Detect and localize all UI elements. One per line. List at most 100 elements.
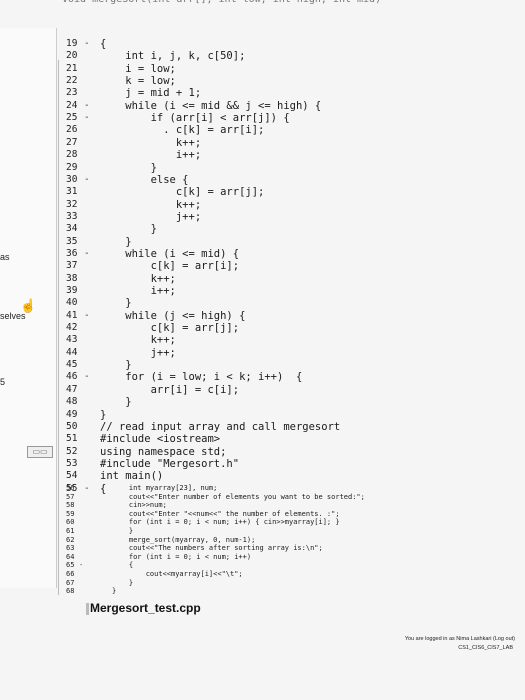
line-number: 32 bbox=[66, 198, 78, 210]
code-text: } bbox=[100, 359, 132, 372]
code-line: 28 i++; bbox=[0, 149, 525, 162]
code-line: 52 using namespace std; bbox=[0, 446, 525, 459]
code-line: 44 j++; bbox=[0, 347, 525, 360]
code-text: merge_sort(myarray, 0, num-1); bbox=[112, 535, 256, 544]
code-text: { bbox=[112, 561, 134, 570]
line-number: 22 bbox=[66, 75, 78, 87]
code-text: k++; bbox=[100, 272, 176, 285]
line-number: 27 bbox=[66, 136, 78, 148]
code-text: cout<<myarray[i]<<"\t"; bbox=[112, 570, 243, 578]
code-line: 20 int i, j, k, c[50]; bbox=[0, 50, 525, 63]
code-line: 40 } bbox=[0, 297, 525, 310]
code-line: 42 c[k] = arr[j]; bbox=[0, 322, 525, 335]
line-number: 49 bbox=[66, 408, 78, 420]
line-number: 65 bbox=[66, 561, 75, 570]
code-line: 48 } bbox=[0, 396, 525, 409]
code-text: c[k] = arr[i]; bbox=[100, 260, 240, 273]
code-text: arr[i] = c[i]; bbox=[100, 383, 240, 396]
code-line: 47 arr[i] = c[i]; bbox=[0, 384, 525, 397]
fold-toggle-icon[interactable]: - bbox=[84, 371, 90, 382]
code-line: 68} bbox=[0, 587, 525, 600]
code-line: 53 #include "Mergesort.h" bbox=[0, 458, 525, 471]
code-text: #include <iostream> bbox=[100, 433, 221, 446]
fold-toggle-icon[interactable]: - bbox=[79, 561, 83, 569]
line-number: 43 bbox=[66, 334, 78, 346]
code-text: } bbox=[100, 408, 107, 421]
line-number: 59 bbox=[66, 509, 75, 518]
code-line: 30- else { bbox=[0, 174, 525, 187]
line-number: 54 bbox=[66, 470, 78, 482]
code-line: 37 c[k] = arr[i]; bbox=[0, 260, 525, 273]
code-text: cout<<"Enter number of elements you want… bbox=[112, 492, 365, 501]
line-number: 37 bbox=[66, 260, 78, 272]
fold-toggle-icon[interactable]: - bbox=[84, 100, 90, 111]
code-text: int i, j, k, c[50]; bbox=[100, 50, 246, 63]
code-line: 19-{ bbox=[0, 38, 525, 51]
code-text: for (int i = 0; i < num; i++) { cin>>mya… bbox=[112, 518, 340, 527]
code-text: else { bbox=[100, 173, 189, 186]
code-text: int myarray[23], num; bbox=[112, 484, 218, 492]
line-number: 64 bbox=[66, 552, 75, 561]
code-line: 49} bbox=[0, 409, 525, 422]
code-line: 23 j = mid + 1; bbox=[0, 87, 525, 100]
fold-toggle-icon[interactable]: - bbox=[84, 38, 90, 49]
line-number: 63 bbox=[66, 544, 75, 553]
code-line: 26 . c[k] = arr[i]; bbox=[0, 124, 525, 137]
code-text: int main() bbox=[100, 470, 164, 483]
code-line: 51 #include <iostream> bbox=[0, 433, 525, 446]
code-line: 33 j++; bbox=[0, 211, 525, 224]
fold-toggle-icon[interactable]: - bbox=[84, 174, 90, 185]
line-number: 44 bbox=[66, 346, 78, 358]
line-number: 29 bbox=[66, 161, 78, 173]
code-text: } bbox=[100, 161, 157, 174]
course-name: CS1_CIS6_CIS7_LAB bbox=[458, 645, 513, 651]
code-line: 35 } bbox=[0, 236, 525, 249]
code-text: c[k] = arr[j]; bbox=[100, 186, 265, 199]
line-number: 20 bbox=[66, 50, 78, 62]
code-line: 34 } bbox=[0, 223, 525, 236]
code-text: k = low; bbox=[100, 75, 176, 88]
code-line: 27 k++; bbox=[0, 137, 525, 150]
code-line: 46- for (i = low; i < k; i++) { bbox=[0, 371, 525, 384]
code-line: 39 i++; bbox=[0, 285, 525, 298]
line-number: 42 bbox=[66, 322, 78, 334]
line-number: 48 bbox=[66, 396, 78, 408]
code-text: cout<<"The numbers after sorting array i… bbox=[112, 544, 323, 553]
line-number: 31 bbox=[66, 186, 78, 198]
code-text: i = low; bbox=[100, 62, 176, 75]
code-text: . c[k] = arr[i]; bbox=[100, 124, 265, 137]
code-text: j++; bbox=[100, 210, 202, 223]
fold-toggle-icon[interactable]: - bbox=[84, 112, 90, 123]
line-number: 58 bbox=[66, 501, 75, 510]
code-text: using namespace std; bbox=[100, 445, 227, 458]
line-number: 53 bbox=[66, 457, 78, 469]
top-bar: void mergeSort(int arr[], int low, int h… bbox=[0, 0, 525, 28]
line-number: 26 bbox=[66, 124, 78, 136]
fold-toggle-icon[interactable]: - bbox=[84, 248, 90, 259]
line-number: 52 bbox=[66, 445, 78, 457]
code-line: 54 int main() bbox=[0, 470, 525, 483]
line-number: 56 bbox=[66, 484, 75, 492]
line-number: 62 bbox=[66, 535, 75, 544]
fold-toggle-icon[interactable]: - bbox=[84, 310, 90, 321]
line-number: 66 bbox=[66, 570, 75, 578]
code-text: } bbox=[112, 527, 134, 535]
code-text: { bbox=[100, 38, 107, 50]
line-number: 38 bbox=[66, 272, 78, 284]
code-line: 45 } bbox=[0, 359, 525, 372]
code-line: 50 // read input array and call mergesort bbox=[0, 421, 525, 434]
code-text: k++; bbox=[100, 198, 202, 211]
code-text: for (i = low; i < k; i++) { bbox=[100, 371, 303, 384]
title-marker bbox=[86, 603, 89, 615]
code-text: if (arr[i] < arr[j]) { bbox=[100, 112, 290, 125]
code-text: for (int i = 0; i < num; i++) bbox=[112, 552, 252, 561]
code-text: while (i <= mid && j <= high) { bbox=[100, 99, 322, 112]
line-number: 50 bbox=[66, 420, 78, 432]
line-number: 47 bbox=[66, 383, 78, 395]
line-number: 61 bbox=[66, 527, 75, 535]
code-text: j = mid + 1; bbox=[100, 87, 202, 100]
line-number: 68 bbox=[66, 587, 75, 596]
code-line: 29 } bbox=[0, 162, 525, 175]
code-line: 22 k = low; bbox=[0, 75, 525, 88]
line-number: 45 bbox=[66, 359, 78, 371]
